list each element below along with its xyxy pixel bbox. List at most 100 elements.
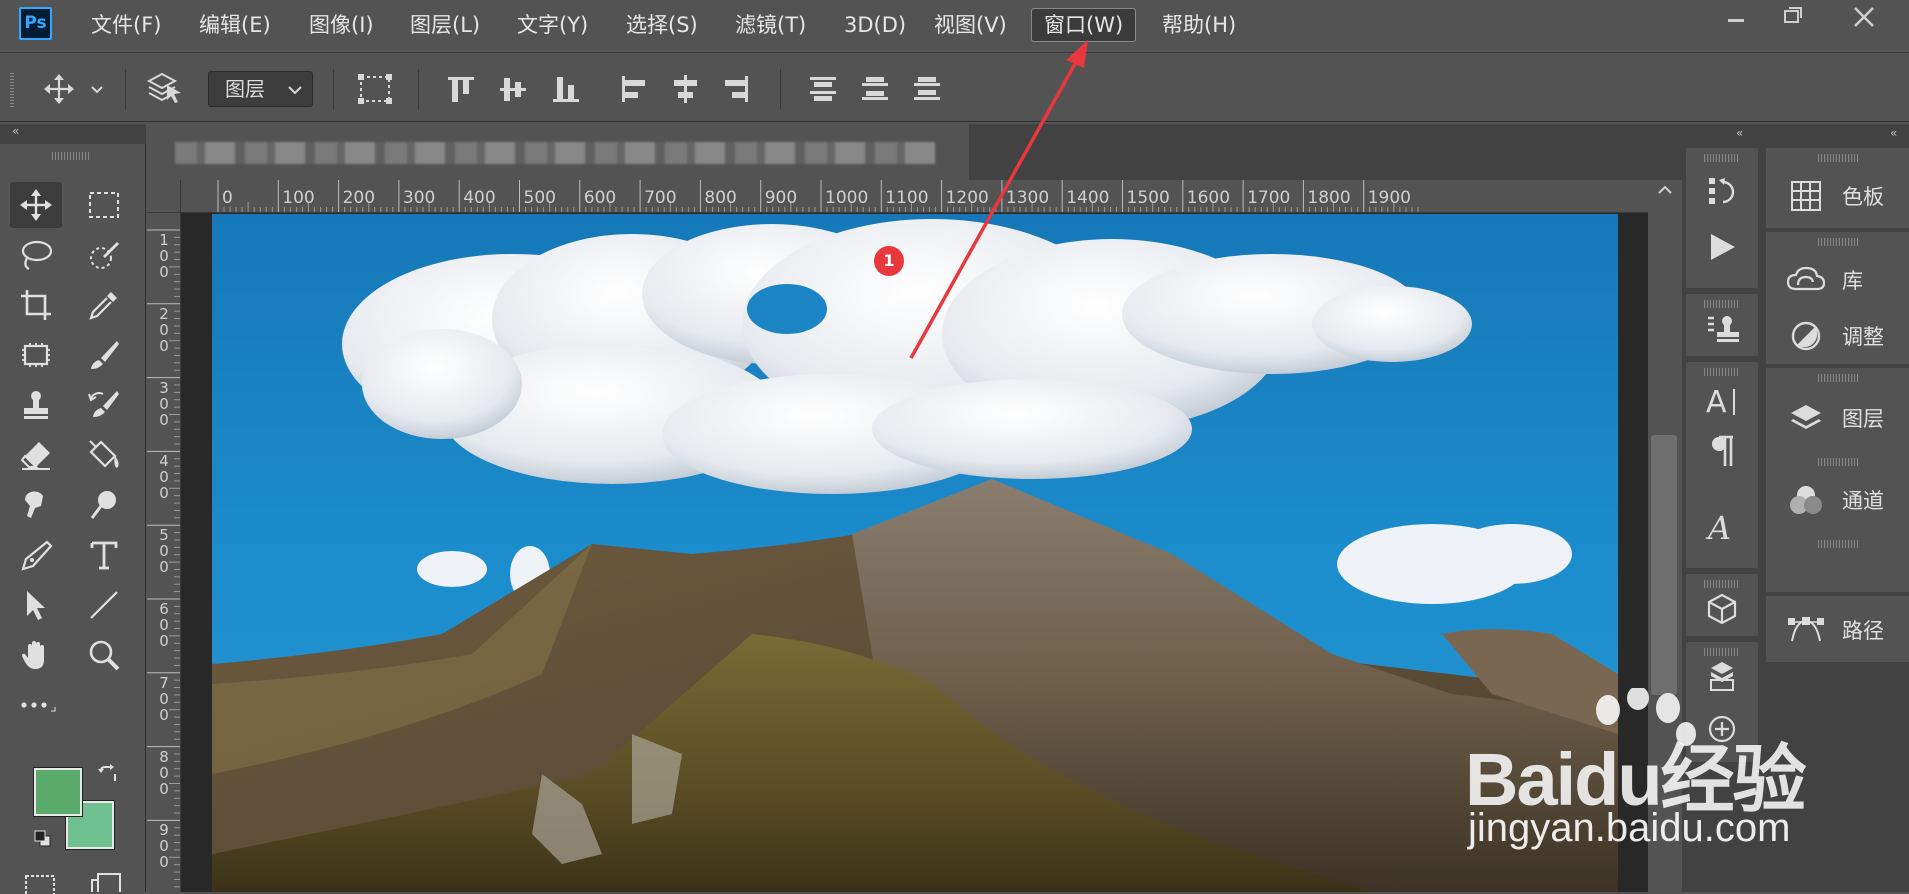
distribute-vertical-centers-button[interactable] xyxy=(860,73,890,105)
layers-panel-button[interactable]: 图层 xyxy=(1766,390,1909,446)
restore-button[interactable] xyxy=(1770,0,1814,34)
swatches-icon xyxy=(1784,179,1828,213)
smudge-tool[interactable] xyxy=(10,482,62,528)
scrollbar-thumb[interactable] xyxy=(1651,435,1677,695)
menu-type[interactable]: 文字(Y) xyxy=(513,10,592,40)
align-vertical-centers-button[interactable] xyxy=(498,73,528,105)
character-panel-button[interactable]: A xyxy=(1686,376,1758,426)
document-tab[interactable] xyxy=(147,124,969,180)
libraries-panel-button[interactable]: 库 xyxy=(1766,252,1909,308)
pen-tool[interactable] xyxy=(10,532,62,578)
restore-icon xyxy=(1784,7,1802,23)
menu-edit[interactable]: 编辑(E) xyxy=(195,10,275,40)
type-tool[interactable] xyxy=(78,532,130,578)
dock-grip[interactable] xyxy=(1704,368,1740,376)
menu-filter[interactable]: 滤镜(T) xyxy=(731,10,810,40)
ruler-label: 400 xyxy=(463,188,496,208)
screen-mode-button[interactable] xyxy=(90,872,122,892)
align-top-edges-button[interactable] xyxy=(446,73,476,105)
path-selection-tool[interactable] xyxy=(10,582,62,628)
menu-help[interactable]: 帮助(H) xyxy=(1158,10,1240,40)
photoshop-logo-icon[interactable]: Ps xyxy=(19,7,52,40)
zoom-tool[interactable] xyxy=(78,632,130,678)
menu-3d[interactable]: 3D(D) xyxy=(840,10,910,40)
lasso-tool[interactable] xyxy=(10,232,62,278)
show-transform-controls-button[interactable] xyxy=(357,73,393,105)
actions-panel-button[interactable] xyxy=(1686,222,1758,272)
switch-colors-icon[interactable] xyxy=(98,764,118,784)
dodge-icon xyxy=(90,491,116,519)
minimize-button[interactable] xyxy=(1714,0,1758,34)
frame-tool[interactable] xyxy=(10,332,62,378)
history-panel-button[interactable] xyxy=(1686,166,1758,216)
dock-grip[interactable] xyxy=(1818,238,1858,246)
crop-tool[interactable] xyxy=(10,282,62,328)
glyphs-panel-button[interactable]: A xyxy=(1686,502,1758,552)
foreground-color-swatch[interactable] xyxy=(33,767,83,817)
eraser-tool[interactable] xyxy=(10,432,62,478)
vertical-ruler[interactable]: 100 200 300 400 500 600 700 800 900 xyxy=(147,213,181,892)
paths-icon xyxy=(1784,613,1828,647)
quick-mask-button[interactable] xyxy=(24,874,56,894)
svg-text:A: A xyxy=(1706,385,1727,419)
default-colors-icon[interactable] xyxy=(34,830,52,848)
channels-panel-button[interactable]: 通道 xyxy=(1766,472,1909,528)
align-right-edges-button[interactable] xyxy=(721,73,751,105)
ruler-label: 1800 xyxy=(1307,188,1351,208)
adjustments-panel-button[interactable]: 调整 xyxy=(1766,308,1909,364)
image-canvas[interactable] xyxy=(212,214,1618,892)
move-tool[interactable] xyxy=(10,182,62,228)
dock-grip[interactable] xyxy=(1818,540,1858,548)
collapse-panels-button[interactable]: « xyxy=(1890,126,1897,140)
adjustments-icon xyxy=(1784,320,1828,352)
menu-view[interactable]: 视图(V) xyxy=(930,10,1011,40)
eyedropper-tool[interactable] xyxy=(78,282,130,328)
menu-select[interactable]: 选择(S) xyxy=(622,10,702,40)
paths-panel-button[interactable]: 路径 xyxy=(1766,602,1909,658)
toolbar-collapse-button[interactable]: « xyxy=(0,124,146,144)
dock-grip[interactable] xyxy=(1818,374,1858,382)
menu-file[interactable]: 文件(F) xyxy=(87,10,165,40)
menu-window[interactable]: 窗口(W) xyxy=(1031,8,1137,42)
swatches-panel-button[interactable]: 色板 xyxy=(1766,168,1909,224)
align-left-edges-button[interactable] xyxy=(619,73,649,105)
auto-select-button[interactable] xyxy=(145,69,183,107)
horizontal-ruler[interactable]: 0 100 200 300 400 500 600 700 800 900 1000 1100 1200… xyxy=(181,180,1648,213)
distribute-top-button[interactable] xyxy=(808,73,838,105)
close-window-button[interactable] xyxy=(1842,0,1886,34)
auto-select-target-dropdown[interactable]: 图层 xyxy=(208,71,313,107)
3d-panel-button[interactable] xyxy=(1686,584,1758,634)
line-tool[interactable] xyxy=(78,582,130,628)
quick-selection-tool[interactable] xyxy=(78,232,130,278)
collapse-icons-button[interactable]: « xyxy=(1736,126,1743,140)
ruler-label: 900 xyxy=(764,188,798,208)
move-tool-preset-button[interactable] xyxy=(40,73,110,105)
rectangular-marquee-tool[interactable] xyxy=(78,182,130,228)
tool-presets-panel-button[interactable] xyxy=(1686,304,1758,354)
options-grip[interactable] xyxy=(10,73,14,107)
paragraph-panel-button[interactable] xyxy=(1686,426,1758,476)
dock-grip[interactable] xyxy=(1818,154,1858,162)
quick-selection-icon xyxy=(90,242,119,269)
ruler-label: 1500 xyxy=(1126,188,1170,208)
paint-bucket-tool[interactable] xyxy=(78,432,130,478)
ruler-label: 1100 xyxy=(885,188,929,208)
clone-stamp-tool[interactable] xyxy=(10,382,62,428)
hand-tool[interactable] xyxy=(10,632,62,678)
align-left-icon xyxy=(622,76,645,102)
screen-mode-icon xyxy=(91,873,121,892)
ruler-origin[interactable] xyxy=(147,180,181,213)
toolbar-grip[interactable] xyxy=(52,152,90,160)
align-hcenter-icon xyxy=(674,75,697,103)
brush-tool[interactable] xyxy=(78,332,130,378)
dock-grip[interactable] xyxy=(1704,154,1740,162)
distribute-bottom-button[interactable] xyxy=(912,73,942,105)
dock-grip[interactable] xyxy=(1818,458,1858,466)
menu-layer[interactable]: 图层(L) xyxy=(406,10,484,40)
dodge-tool[interactable] xyxy=(78,482,130,528)
align-bottom-edges-button[interactable] xyxy=(551,73,581,105)
align-horizontal-centers-button[interactable] xyxy=(670,73,700,105)
edit-toolbar-button[interactable] xyxy=(10,682,62,728)
history-brush-tool[interactable] xyxy=(78,382,130,428)
menu-image[interactable]: 图像(I) xyxy=(305,10,378,40)
